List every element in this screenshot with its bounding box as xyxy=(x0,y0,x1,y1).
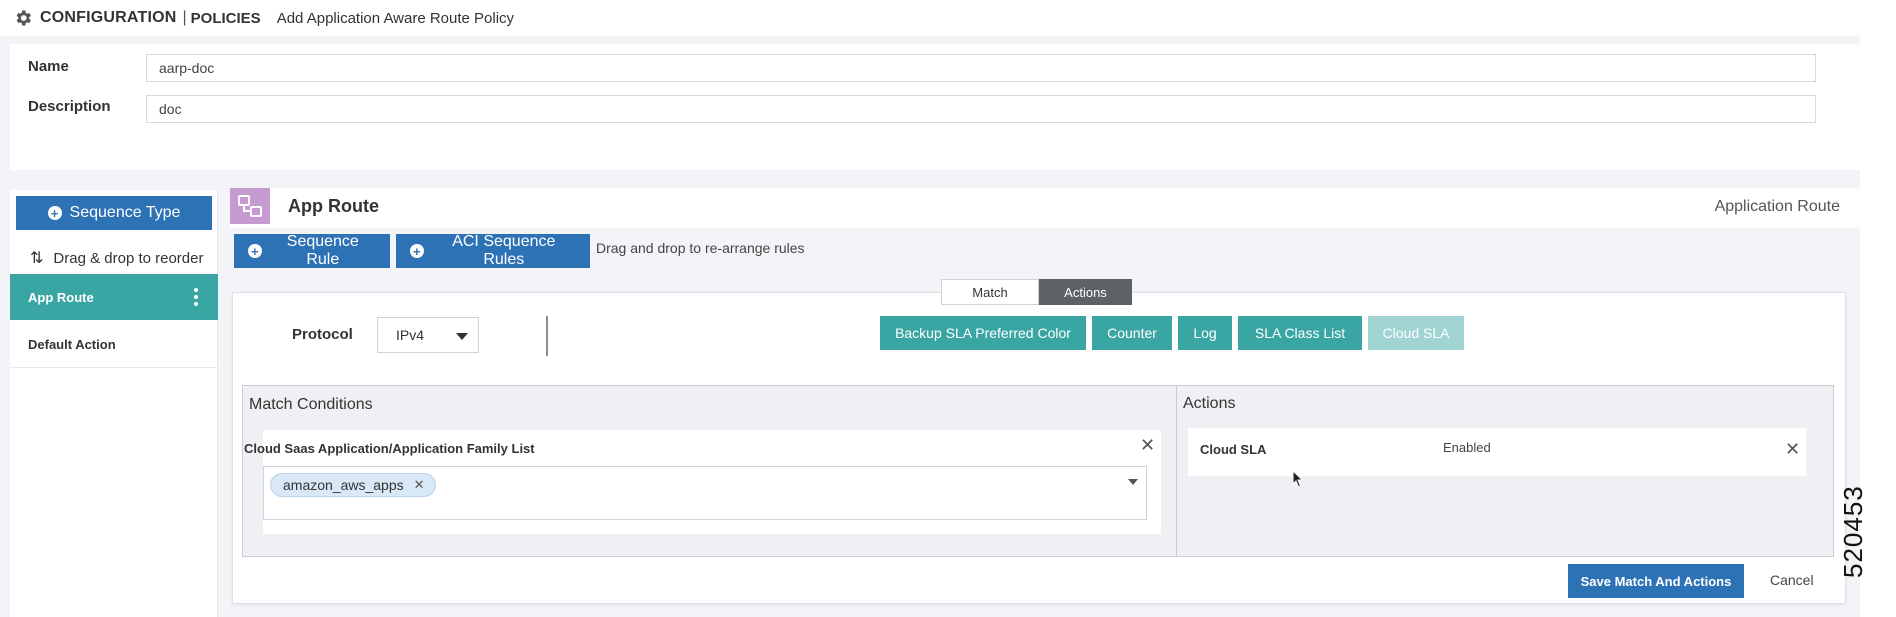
close-icon[interactable]: ✕ xyxy=(1140,436,1155,454)
rules-drag-hint: Drag and drop to re-arrange rules xyxy=(596,240,805,256)
header-subtitle: Add Application Aware Route Policy xyxy=(276,9,515,27)
tag-chip-label: amazon_aws_apps xyxy=(283,477,404,493)
app-window: CONFIGURATION | POLICIES Add Application… xyxy=(0,0,1860,617)
sidebar-item-default-action[interactable]: Default Action xyxy=(10,322,218,368)
aci-sequence-rules-label: ACI Sequence Rules xyxy=(452,233,556,268)
save-match-and-actions-button[interactable]: Save Match And Actions xyxy=(1568,564,1744,598)
drag-reorder-hint: ⇅ Drag & drop to reorder xyxy=(30,248,203,268)
actions-heading: Actions xyxy=(1183,395,1236,412)
app-route-header: App Route Application Route xyxy=(230,188,1860,228)
plus-icon: + xyxy=(248,244,262,258)
sequence-type-button[interactable]: + Sequence Type xyxy=(16,196,212,230)
header-section[interactable]: POLICIES xyxy=(191,10,261,27)
app-route-icon xyxy=(230,188,270,224)
sidebar-item-app-route[interactable]: App Route xyxy=(10,274,218,320)
sidebar-item-label: Default Action xyxy=(28,337,116,352)
figure-id: 520453 xyxy=(1838,485,1868,578)
protocol-label: Protocol xyxy=(292,326,353,343)
page-header: CONFIGURATION | POLICIES Add Application… xyxy=(0,0,1860,36)
condition-title: Cloud Saas Application/Application Famil… xyxy=(244,441,535,456)
sequence-sidebar: + Sequence Type ⇅ Drag & drop to reorder… xyxy=(10,190,218,617)
header-title: CONFIGURATION xyxy=(40,9,177,26)
plus-icon: + xyxy=(47,206,62,220)
tag-chip: amazon_aws_apps ✕ xyxy=(270,473,436,497)
application-list-select[interactable]: amazon_aws_apps ✕ xyxy=(263,466,1147,520)
vertical-divider xyxy=(546,316,548,356)
drag-reorder-text: Drag & drop to reorder xyxy=(53,249,204,267)
mouse-cursor-icon xyxy=(1292,469,1304,493)
sequence-type-label: Sequence Type xyxy=(69,204,181,221)
sidebar-item-label: App Route xyxy=(28,289,94,305)
sequence-rule-button[interactable]: + Sequence Rule xyxy=(234,233,390,268)
log-button[interactable]: Log xyxy=(1178,316,1232,350)
counter-button[interactable]: Counter xyxy=(1092,316,1172,350)
protocol-value: IPv4 xyxy=(396,327,425,343)
aci-sequence-rules-button[interactable]: + ACI Sequence Rules xyxy=(396,233,590,268)
backup-sla-preferred-color-button[interactable]: Backup SLA Preferred Color xyxy=(880,316,1086,350)
gear-icon xyxy=(12,7,34,29)
policy-info-card: Name aarp-doc Description doc xyxy=(10,44,1860,170)
header-separator: | xyxy=(182,9,187,26)
chevron-down-icon[interactable] xyxy=(1128,479,1138,485)
match-conditions-heading: Match Conditions xyxy=(249,396,373,413)
cancel-button[interactable]: Cancel xyxy=(1770,572,1814,588)
route-type-label: Application Route xyxy=(1714,198,1840,215)
name-input[interactable]: aarp-doc xyxy=(146,54,1816,82)
tab-match[interactable]: Match xyxy=(941,279,1039,305)
sla-class-list-button[interactable]: SLA Class List xyxy=(1238,316,1362,350)
app-route-title: App Route xyxy=(288,196,379,216)
description-input[interactable]: doc xyxy=(146,95,1816,123)
chevron-down-icon xyxy=(456,333,468,340)
action-entry-name: Cloud SLA xyxy=(1200,442,1267,457)
protocol-select[interactable]: IPv4 xyxy=(377,317,479,353)
tab-actions[interactable]: Actions xyxy=(1039,279,1132,305)
sequence-rule-label: Sequence Rule xyxy=(286,233,359,268)
close-icon[interactable]: ✕ xyxy=(414,477,425,493)
cloud-sla-button[interactable]: Cloud SLA xyxy=(1368,316,1464,350)
action-entry-card xyxy=(1188,428,1806,476)
kebab-menu-icon[interactable] xyxy=(194,288,198,306)
action-entry-value: Enabled xyxy=(1443,440,1491,455)
plus-icon: + xyxy=(410,244,424,258)
close-icon[interactable]: ✕ xyxy=(1785,440,1800,458)
updown-arrows-icon: ⇅ xyxy=(30,250,44,267)
